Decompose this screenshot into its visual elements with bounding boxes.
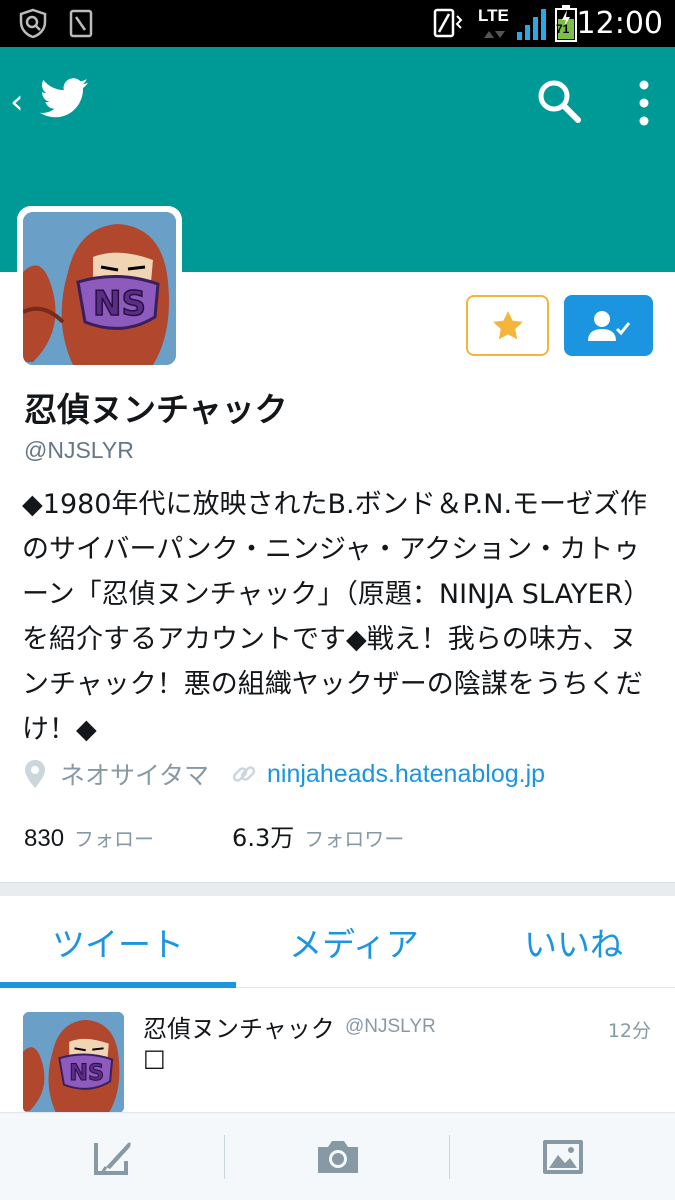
camera-icon	[317, 1141, 358, 1173]
camera-button[interactable]	[225, 1113, 450, 1200]
svg-text:NS: NS	[69, 1060, 104, 1086]
profile-display-name: 忍偵ヌンチャック	[24, 390, 288, 429]
clock: 12:00	[576, 6, 663, 41]
followers-stat[interactable]: 6.3万 フォロワー	[232, 818, 404, 853]
user-check-icon	[587, 310, 630, 341]
signal-icon	[517, 9, 546, 40]
tweet-item[interactable]: NS 忍偵ヌンチャック @NJSLYR 12分 □	[0, 989, 675, 1112]
following-count: 830	[24, 825, 65, 852]
avatar-image: NS	[23, 212, 176, 365]
tab-likes[interactable]: いいね	[472, 896, 675, 988]
tab-media[interactable]: メディア	[236, 896, 472, 988]
tweet-text: □	[143, 1044, 166, 1072]
followers-label: フォロワー	[304, 827, 405, 851]
compose-button[interactable]	[0, 1113, 225, 1200]
profile-tabs: ツイート メディア いいね	[0, 896, 675, 988]
followers-count: 6.3万	[232, 824, 295, 852]
tweet-author-handle: @NJSLYR	[345, 1016, 436, 1037]
image-icon	[542, 1140, 583, 1174]
status-bar: LTE 71 12:00	[0, 0, 675, 47]
star-icon	[492, 310, 523, 339]
profile-url-link[interactable]: ninjaheads.hatenablog.jp	[267, 760, 545, 789]
link-icon	[232, 766, 256, 782]
battery-level: 71	[556, 22, 570, 36]
profile-meta: ネオサイタマ ninjaheads.hatenablog.jp	[24, 756, 545, 792]
compose-icon	[93, 1142, 131, 1175]
location-pin-icon	[25, 760, 45, 788]
search-icon[interactable]	[535, 77, 583, 125]
tweet-timestamp: 12分	[607, 1020, 651, 1042]
shield-search-icon	[19, 8, 47, 38]
svg-text:NS: NS	[93, 284, 146, 324]
profile-handle: @NJSLYR	[24, 437, 134, 463]
favorite-notify-button[interactable]	[466, 295, 549, 356]
following-stat[interactable]: 830 フォロー	[24, 823, 154, 853]
vibrate-icon	[433, 8, 463, 38]
ninja-avatar-illustration: NS	[23, 1012, 124, 1112]
tweet-author-name: 忍偵ヌンチャック	[143, 1015, 335, 1043]
back-chevron-icon[interactable]: ‹	[10, 82, 24, 122]
tweet-avatar[interactable]: NS	[23, 1012, 124, 1112]
profile-bio: ◆1980年代に放映されたB.ボンド＆P.N.モーゼズ作のサイバーパンク・ニンジ…	[22, 489, 651, 745]
ninja-avatar-illustration: NS	[23, 212, 176, 365]
network-type: LTE	[478, 6, 509, 25]
following-button[interactable]	[564, 295, 653, 356]
profile-avatar[interactable]: NS	[17, 206, 182, 371]
image-button[interactable]	[450, 1113, 675, 1200]
profile-stats: 830 フォロー 6.3万 フォロワー	[24, 818, 404, 853]
bottom-action-bar	[0, 1112, 675, 1200]
twitter-bird-icon[interactable]	[40, 77, 88, 119]
sd-card-icon	[69, 9, 93, 38]
tab-tweets[interactable]: ツイート	[0, 896, 236, 988]
tab-selected-indicator	[0, 982, 236, 988]
section-divider	[0, 882, 675, 896]
following-label: フォロー	[74, 827, 155, 851]
data-arrows-icon	[484, 31, 505, 38]
overflow-menu-icon[interactable]	[624, 75, 664, 131]
profile-location: ネオサイタマ	[60, 761, 210, 790]
